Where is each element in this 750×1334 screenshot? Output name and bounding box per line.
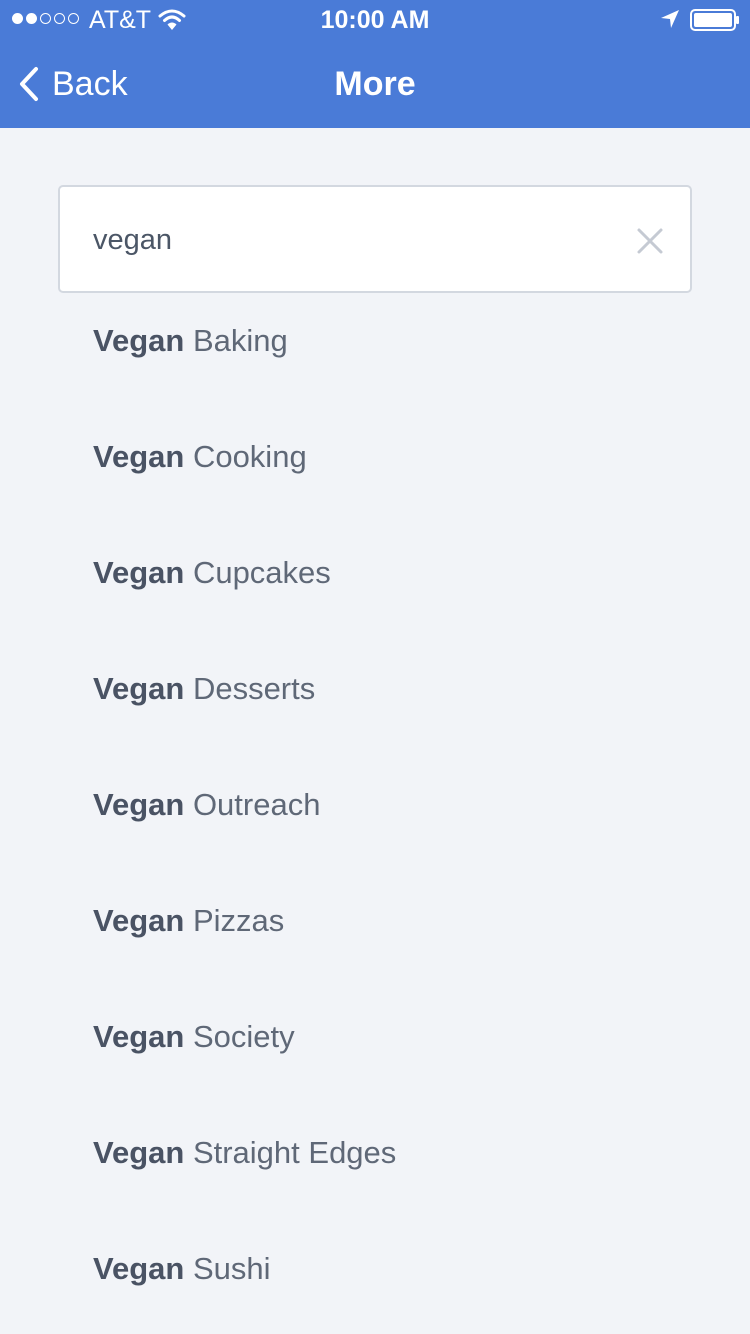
list-item[interactable]: Vegan Straight Edges: [0, 1102, 750, 1218]
location-arrow-icon: [661, 10, 679, 28]
result-rest-text: Sushi: [184, 1251, 271, 1286]
search-box: [58, 185, 692, 293]
result-rest-text: Cooking: [184, 439, 307, 474]
list-item[interactable]: Vegan Pizzas: [0, 870, 750, 986]
result-rest-text: Outreach: [184, 787, 321, 822]
status-bar: AT&T 10:00 AM: [0, 0, 750, 40]
result-match-text: Vegan: [93, 903, 185, 938]
result-rest-text: Baking: [184, 323, 288, 358]
search-input[interactable]: [93, 215, 613, 265]
list-item[interactable]: Vegan Society: [0, 986, 750, 1102]
list-item[interactable]: Vegan Outreach: [0, 754, 750, 870]
result-rest-text: Cupcakes: [184, 555, 331, 590]
result-match-text: Vegan: [93, 1135, 185, 1170]
nav-bar: Back More: [0, 40, 750, 128]
list-item[interactable]: Vegan Cooking: [0, 406, 750, 522]
result-rest-text: Pizzas: [184, 903, 285, 938]
battery-icon: [690, 9, 739, 31]
search-results-list: Vegan Baking Vegan Cooking Vegan Cupcake…: [0, 290, 750, 1334]
result-match-text: Vegan: [93, 787, 185, 822]
list-item[interactable]: Vegan Cupcakes: [0, 522, 750, 638]
result-match-text: Vegan: [93, 1251, 185, 1286]
status-time: 10:00 AM: [320, 6, 430, 34]
result-match-text: Vegan: [93, 555, 185, 590]
screen: AT&T 10:00 AM Back More vegan Vegan Baki…: [0, 0, 750, 1334]
list-item[interactable]: Vegan Sushi: [0, 1218, 750, 1334]
page-title: More: [334, 65, 416, 103]
close-icon[interactable]: [636, 227, 664, 255]
result-match-text: Vegan: [93, 323, 185, 358]
result-match-text: Vegan: [93, 439, 185, 474]
list-item[interactable]: Vegan Desserts: [0, 638, 750, 754]
result-rest-text: Society: [184, 1019, 295, 1054]
header: AT&T 10:00 AM Back More: [0, 0, 750, 128]
result-match-text: Vegan: [93, 671, 185, 706]
list-item[interactable]: Vegan Baking: [0, 290, 750, 406]
result-rest-text: Straight Edges: [184, 1135, 397, 1170]
result-rest-text: Desserts: [184, 671, 316, 706]
result-match-text: Vegan: [93, 1019, 185, 1054]
